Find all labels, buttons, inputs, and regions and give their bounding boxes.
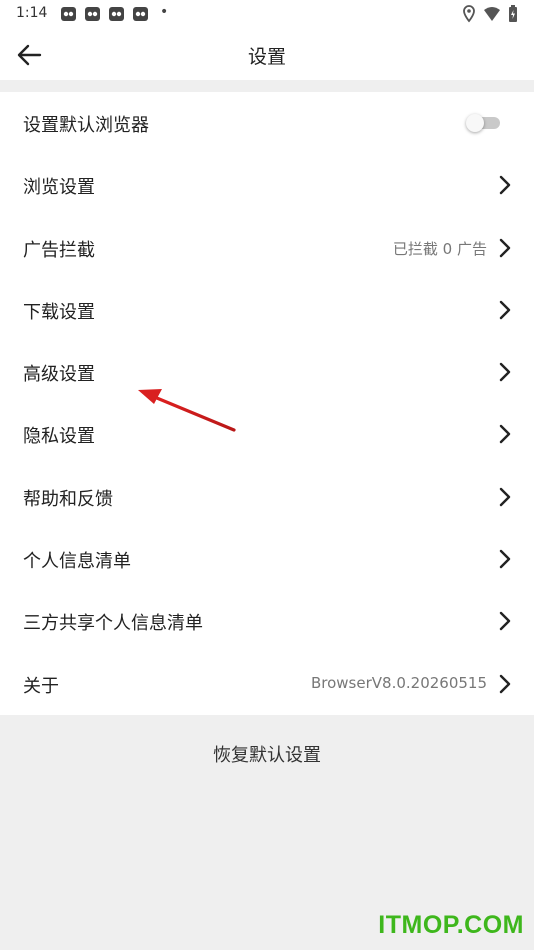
- panda-icon: [109, 7, 124, 21]
- settings-item-label: 隐私设置: [23, 426, 95, 448]
- app-version: BrowserV8.0.20260515: [310, 673, 487, 692]
- settings-item-download[interactable]: 下载设置: [0, 279, 534, 341]
- toggle-knob: [466, 114, 484, 132]
- annotation-arrow-icon: [138, 389, 236, 432]
- settings-item-label: 关于: [23, 675, 59, 697]
- status-time: 1:14: [16, 5, 48, 21]
- settings-item-label: 个人信息清单: [23, 551, 131, 573]
- settings-item-privacy[interactable]: 隐私设置: [0, 403, 534, 465]
- restore-defaults-area: 恢复默认设置: [0, 715, 534, 787]
- settings-item-browse[interactable]: 浏览设置: [0, 154, 534, 216]
- section-gap: [0, 80, 534, 92]
- battery-icon: [509, 5, 517, 22]
- chevron-right-icon: [499, 674, 511, 693]
- watermark-text: ITMOP.COM: [378, 911, 524, 939]
- chevron-right-icon: [499, 238, 511, 257]
- ad-block-count: 已拦截 0 广告: [392, 239, 487, 258]
- page-title: 设置: [247, 46, 286, 68]
- settings-item-personal-info[interactable]: 个人信息清单: [0, 528, 534, 590]
- panda-icon: [133, 7, 148, 21]
- default-browser-toggle[interactable]: [466, 114, 500, 132]
- app-header: 设置: [0, 28, 534, 80]
- settings-item-default-browser[interactable]: 设置默认浏览器: [0, 92, 534, 154]
- settings-item-label: 高级设置: [23, 364, 95, 386]
- settings-item-label: 浏览设置: [23, 177, 95, 199]
- status-dot: •: [160, 4, 169, 20]
- settings-item-ad-block[interactable]: 广告拦截 已拦截 0 广告: [0, 217, 534, 279]
- panda-icon: [61, 7, 76, 21]
- settings-item-label: 帮助和反馈: [23, 488, 113, 510]
- settings-item-label: 下载设置: [23, 301, 95, 323]
- wifi-icon: [484, 7, 500, 21]
- chevron-right-icon: [499, 612, 511, 631]
- chevron-right-icon: [499, 176, 511, 195]
- settings-item-third-party-info[interactable]: 三方共享个人信息清单: [0, 590, 534, 652]
- chevron-right-icon: [499, 425, 511, 444]
- settings-item-label: 设置默认浏览器: [23, 115, 149, 136]
- restore-defaults-button[interactable]: 恢复默认设置: [213, 745, 321, 766]
- settings-item-about[interactable]: 关于 BrowserV8.0.20260515: [0, 653, 534, 715]
- settings-item-label: 广告拦截: [23, 239, 95, 261]
- status-bar: 1:14 •: [0, 0, 534, 28]
- panda-icon: [85, 7, 100, 21]
- chevron-right-icon: [499, 300, 511, 320]
- settings-item-help-feedback[interactable]: 帮助和反馈: [0, 466, 534, 528]
- chevron-right-icon: [499, 549, 511, 569]
- chevron-right-icon: [499, 362, 511, 382]
- settings-list: 设置默认浏览器 浏览设置 广告拦截 已拦截 0 广告 下载设置 高级设置 隐私设…: [0, 92, 534, 715]
- chevron-right-icon: [499, 487, 511, 506]
- settings-item-label: 三方共享个人信息清单: [23, 613, 203, 635]
- settings-item-advanced[interactable]: 高级设置: [0, 341, 534, 403]
- location-icon: [463, 5, 475, 23]
